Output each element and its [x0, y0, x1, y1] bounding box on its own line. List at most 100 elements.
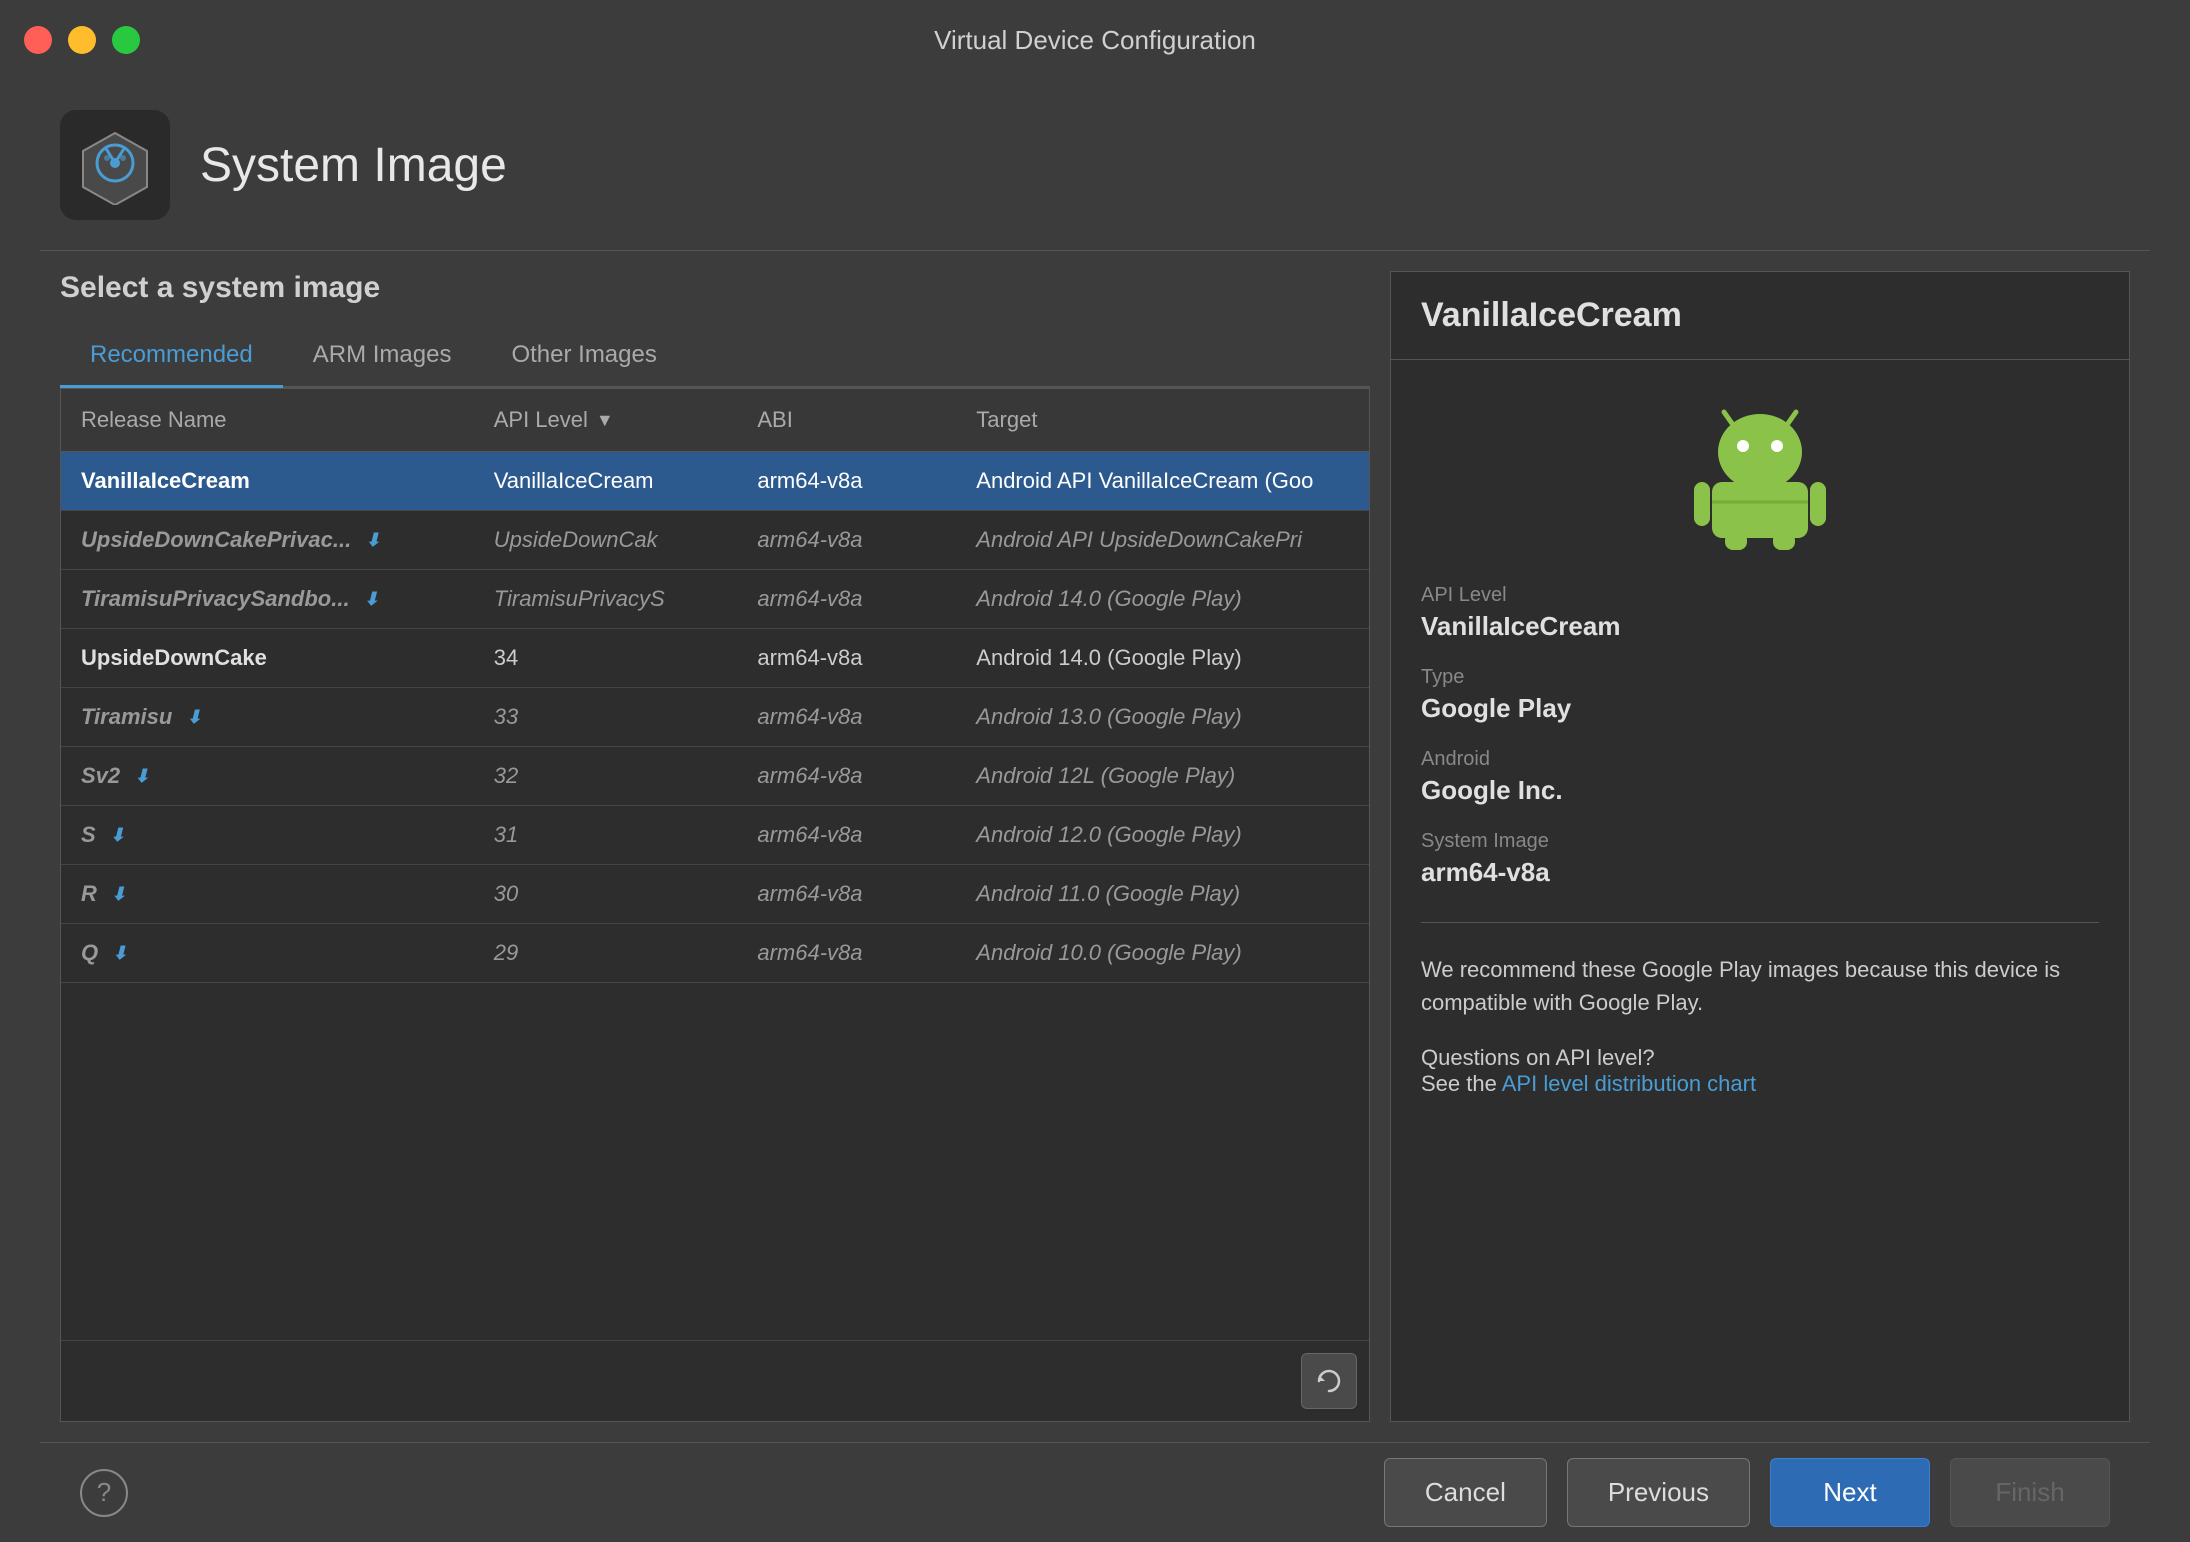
- selected-image-title: VanillaIceCream: [1391, 272, 2129, 360]
- cell-release: UpsideDownCakePrivac... ⬇: [61, 511, 474, 569]
- type-label: Type: [1421, 666, 2099, 689]
- api-level-value: VanillaIceCream: [1421, 611, 2099, 642]
- app-logo: [60, 110, 170, 220]
- minimize-button[interactable]: [68, 26, 96, 54]
- cell-target: Android 14.0 (Google Play): [956, 629, 1369, 687]
- cell-api: 29: [474, 924, 738, 982]
- finish-button[interactable]: Finish: [1950, 1458, 2110, 1527]
- table-row[interactable]: VanillaIceCream VanillaIceCream arm64-v8…: [61, 452, 1369, 511]
- cell-target: Android API VanillaIceCream (Goo: [956, 452, 1369, 510]
- cell-abi: arm64-v8a: [737, 629, 956, 687]
- divider: [1421, 922, 2099, 923]
- sort-arrow-icon: ▼: [596, 410, 614, 431]
- cell-release: S ⬇: [61, 806, 474, 864]
- table-row[interactable]: UpsideDownCakePrivac... ⬇ UpsideDownCak …: [61, 511, 1369, 570]
- cell-abi: arm64-v8a: [737, 924, 956, 982]
- table-header: Release Name API Level ▼ ABI Target: [61, 389, 1369, 452]
- table-row[interactable]: S ⬇ 31 arm64-v8a Android 12.0 (Google Pl…: [61, 806, 1369, 865]
- title-bar: Virtual Device Configuration: [0, 0, 2190, 80]
- android-label: Android: [1421, 748, 2099, 771]
- page-title: System Image: [200, 138, 507, 193]
- system-image-label: System Image: [1421, 830, 2099, 853]
- cell-abi: arm64-v8a: [737, 747, 956, 805]
- android-info: Android Google Inc.: [1421, 748, 2099, 806]
- table-row[interactable]: UpsideDownCake 34 arm64-v8a Android 14.0…: [61, 629, 1369, 688]
- download-icon: ⬇: [186, 707, 208, 729]
- type-info: Type Google Play: [1421, 666, 2099, 724]
- cancel-button[interactable]: Cancel: [1384, 1458, 1547, 1527]
- window-controls: [24, 26, 140, 54]
- next-button[interactable]: Next: [1770, 1458, 1930, 1527]
- cell-release: Sv2 ⬇: [61, 747, 474, 805]
- cell-api: VanillaIceCream: [474, 452, 738, 510]
- cell-release: TiramisuPrivacySandbo... ⬇: [61, 570, 474, 628]
- maximize-button[interactable]: [112, 26, 140, 54]
- table-row[interactable]: Tiramisu ⬇ 33 arm64-v8a Android 13.0 (Go…: [61, 688, 1369, 747]
- bottom-toolbar: ? Cancel Previous Next Finish: [40, 1442, 2150, 1542]
- window-title: Virtual Device Configuration: [934, 25, 1256, 56]
- cell-api: 33: [474, 688, 738, 746]
- cell-api: 30: [474, 865, 738, 923]
- tabs-container: Recommended ARM Images Other Images: [60, 325, 1370, 388]
- left-panel: Select a system image Recommended ARM Im…: [60, 271, 1370, 1422]
- table-row[interactable]: R ⬇ 30 arm64-v8a Android 11.0 (Google Pl…: [61, 865, 1369, 924]
- table-row[interactable]: Sv2 ⬇ 32 arm64-v8a Android 12L (Google P…: [61, 747, 1369, 806]
- cell-api: UpsideDownCak: [474, 511, 738, 569]
- android-robot-icon: [1680, 394, 1840, 554]
- cell-target: Android 12.0 (Google Play): [956, 806, 1369, 864]
- android-logo-container: [1421, 394, 2099, 554]
- android-value: Google Inc.: [1421, 775, 2099, 806]
- download-icon: ⬇: [110, 825, 132, 847]
- cell-abi: arm64-v8a: [737, 688, 956, 746]
- cell-release: R ⬇: [61, 865, 474, 923]
- main-window: System Image Select a system image Recom…: [40, 80, 2150, 1542]
- col-header-target: Target: [956, 389, 1369, 451]
- help-button[interactable]: ?: [80, 1469, 128, 1517]
- col-header-api: API Level ▼: [474, 389, 738, 451]
- cell-target: Android 13.0 (Google Play): [956, 688, 1369, 746]
- cell-abi: arm64-v8a: [737, 511, 956, 569]
- tab-arm-images[interactable]: ARM Images: [283, 325, 482, 388]
- previous-button[interactable]: Previous: [1567, 1458, 1750, 1527]
- download-icon: ⬇: [364, 589, 386, 611]
- cell-target: Android 12L (Google Play): [956, 747, 1369, 805]
- cell-target: Android 14.0 (Google Play): [956, 570, 1369, 628]
- cell-api: 31: [474, 806, 738, 864]
- cell-release: UpsideDownCake: [61, 629, 474, 687]
- download-icon: ⬇: [134, 766, 156, 788]
- tab-other-images[interactable]: Other Images: [481, 325, 686, 388]
- api-link[interactable]: API level distribution chart: [1502, 1071, 1756, 1096]
- system-image-table: Release Name API Level ▼ ABI Target Vani…: [60, 388, 1370, 1422]
- table-row[interactable]: TiramisuPrivacySandbo... ⬇ TiramisuPriva…: [61, 570, 1369, 629]
- cell-api: TiramisuPrivacyS: [474, 570, 738, 628]
- cell-release: Tiramisu ⬇: [61, 688, 474, 746]
- download-icon: ⬇: [112, 943, 134, 965]
- download-icon: ⬇: [111, 884, 133, 906]
- api-level-label: API Level: [1421, 584, 2099, 607]
- right-panel-content: API Level VanillaIceCream Type Google Pl…: [1391, 360, 2129, 1121]
- cell-release: Q ⬇: [61, 924, 474, 982]
- recommendation-text: We recommend these Google Play images be…: [1421, 953, 2099, 1019]
- col-header-abi: ABI: [737, 389, 956, 451]
- right-panel: VanillaIceCream: [1390, 271, 2130, 1422]
- tab-recommended[interactable]: Recommended: [60, 325, 283, 388]
- cell-release: VanillaIceCream: [61, 452, 474, 510]
- type-value: Google Play: [1421, 693, 2099, 724]
- table-row[interactable]: Q ⬇ 29 arm64-v8a Android 10.0 (Google Pl…: [61, 924, 1369, 983]
- refresh-button[interactable]: [1301, 1353, 1357, 1409]
- cell-api: 34: [474, 629, 738, 687]
- cell-target: Android 10.0 (Google Play): [956, 924, 1369, 982]
- cell-target: Android 11.0 (Google Play): [956, 865, 1369, 923]
- cell-abi: arm64-v8a: [737, 570, 956, 628]
- select-label: Select a system image: [60, 271, 1370, 305]
- cell-abi: arm64-v8a: [737, 865, 956, 923]
- close-button[interactable]: [24, 26, 52, 54]
- cell-abi: arm64-v8a: [737, 452, 956, 510]
- cell-target: Android API UpsideDownCakePri: [956, 511, 1369, 569]
- content-area: Select a system image Recommended ARM Im…: [40, 251, 2150, 1442]
- header-section: System Image: [40, 80, 2150, 251]
- col-header-release: Release Name: [61, 389, 474, 451]
- api-question: Questions on API level? See the API leve…: [1421, 1045, 2099, 1097]
- table-body: VanillaIceCream VanillaIceCream arm64-v8…: [61, 452, 1369, 1340]
- cell-abi: arm64-v8a: [737, 806, 956, 864]
